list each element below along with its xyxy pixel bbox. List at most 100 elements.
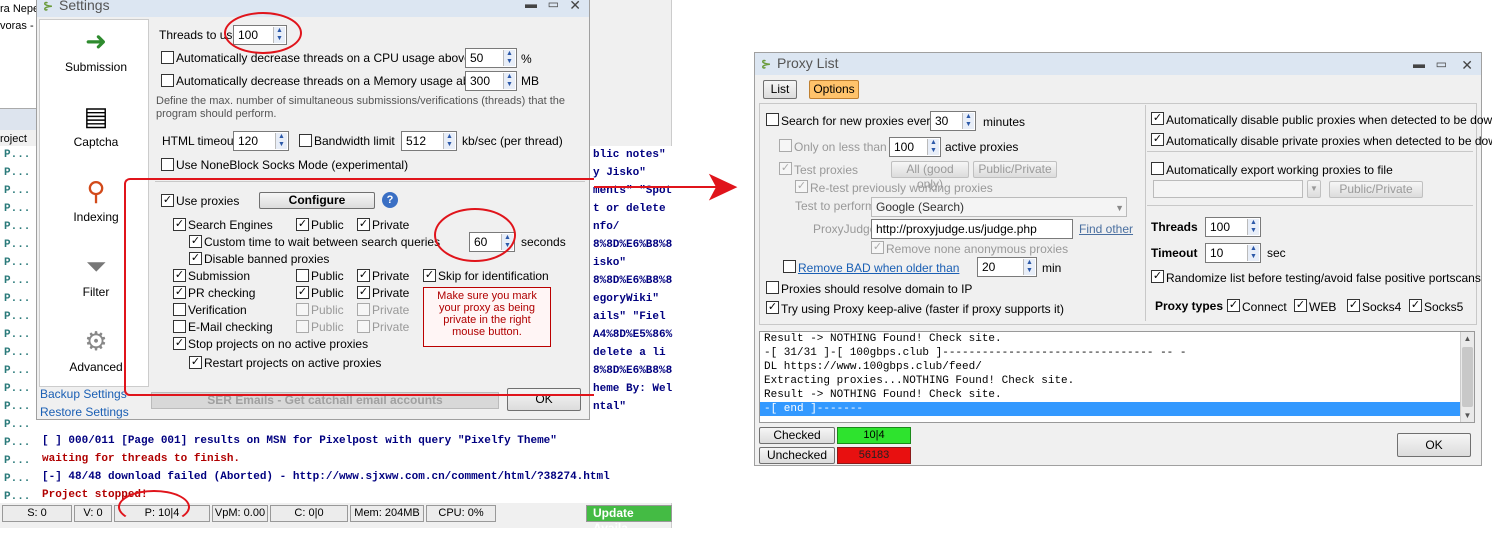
tab-list[interactable]: List — [763, 80, 797, 99]
type-connect-checkbox[interactable]: ✓ — [1227, 299, 1240, 312]
spinner-icon[interactable]: ▲ ▼ — [275, 133, 287, 149]
randomize-checkbox[interactable]: ✓ — [1151, 270, 1164, 283]
log-scrollbar[interactable]: ▲ ▼ — [1460, 332, 1474, 422]
auto-private-checkbox[interactable]: ✓ — [1151, 133, 1164, 146]
mem-input[interactable]: 300 ▲ ▼ — [465, 71, 517, 91]
type-web-checkbox[interactable]: ✓ — [1294, 299, 1307, 312]
project-row-prefix[interactable]: P... — [4, 488, 38, 506]
spinner-icon[interactable]: ▲ ▼ — [1023, 259, 1035, 275]
minimize-icon[interactable]: ▬ — [525, 0, 537, 11]
chevron-down-icon[interactable]: ▼ — [1307, 180, 1321, 198]
sidebar-item-captcha[interactable]: ▤ Captcha — [44, 101, 148, 149]
noneblock-label: Use NoneBlock Socks Mode (experimental) — [176, 158, 409, 172]
spinner-icon[interactable]: ▲ ▼ — [1247, 219, 1259, 235]
export-file-input[interactable] — [1153, 180, 1303, 198]
funnel-icon: ⏷ — [85, 251, 107, 281]
proxy-log[interactable]: Result -> NOTHING Found! Check site. -[ 3… — [759, 331, 1475, 423]
checked-label: Checked — [759, 427, 835, 444]
search-interval-input[interactable]: 30 ▲ ▼ — [930, 111, 976, 131]
spinner-icon[interactable]: ▲ ▼ — [503, 73, 515, 89]
test-proxies-checkbox[interactable]: ✓ — [779, 162, 792, 175]
project-row-prefix[interactable]: P... — [4, 326, 38, 344]
project-row-prefix[interactable]: P... — [4, 290, 38, 308]
project-column-header[interactable]: roject — [0, 133, 27, 145]
auto-mem-checkbox[interactable] — [161, 74, 174, 87]
sidebar-item-submission[interactable]: ➜ Submission — [44, 26, 148, 74]
proxy-log-line: Result -> NOTHING Found! Check site. — [764, 333, 1002, 345]
project-row-prefix[interactable]: P... — [4, 218, 38, 236]
threads-input[interactable]: 100 ▲ ▼ — [1205, 217, 1261, 237]
status-s: S: 0 — [2, 505, 72, 522]
log-line: y Jisko" — [593, 167, 646, 179]
scroll-up-icon[interactable]: ▲ — [1462, 334, 1473, 343]
keepalive-checkbox[interactable]: ✓ — [766, 301, 779, 314]
html-timeout-input[interactable]: 120 ▲ ▼ — [233, 131, 289, 151]
proxy-ok-button[interactable]: OK — [1397, 433, 1471, 457]
spinner-icon[interactable]: ▲ ▼ — [503, 50, 515, 66]
export-public-private-button[interactable]: Public/Private — [1329, 181, 1423, 198]
project-row-prefix[interactable]: P... — [4, 254, 38, 272]
update-available-button[interactable]: Update Availa — [586, 505, 672, 535]
remove-bad-input[interactable]: 20 ▲ ▼ — [977, 257, 1037, 277]
auto-export-checkbox[interactable] — [1151, 162, 1164, 175]
project-row-prefix[interactable]: P... — [4, 182, 38, 200]
spinner-icon[interactable]: ▲ ▼ — [927, 139, 939, 155]
spinner-icon[interactable]: ▲ ▼ — [1247, 245, 1259, 261]
project-row-prefix[interactable]: P... — [4, 362, 38, 380]
auto-cpu-checkbox[interactable] — [161, 51, 174, 64]
scroll-down-icon[interactable]: ▼ — [1462, 411, 1473, 420]
search-new-checkbox[interactable] — [766, 113, 779, 126]
remove-anon-checkbox[interactable]: ✓ — [871, 241, 884, 254]
noneblock-checkbox[interactable] — [161, 158, 174, 171]
log-line: t or delete — [593, 203, 666, 215]
backup-settings-link[interactable]: Backup Settings — [40, 387, 127, 401]
close-icon[interactable]: ✕ — [569, 0, 581, 14]
project-row-prefix[interactable]: P... — [4, 164, 38, 182]
proxy-log-line: Result -> NOTHING Found! Check site. — [764, 389, 1002, 401]
type-socks5-checkbox[interactable]: ✓ — [1409, 299, 1422, 312]
proxyjudge-input[interactable]: http://proxyjudge.us/judge.php — [871, 219, 1073, 239]
project-row-prefix[interactable]: P... — [4, 416, 38, 434]
retest-checkbox[interactable]: ✓ — [795, 180, 808, 193]
resolve-checkbox[interactable] — [766, 281, 779, 294]
project-row-prefix[interactable]: P... — [4, 398, 38, 416]
all-good-button[interactable]: All (good only) — [891, 161, 969, 191]
project-row-prefix[interactable]: P... — [4, 380, 38, 398]
test-select[interactable]: Google (Search) ▼ — [871, 197, 1127, 217]
close-icon[interactable]: ✕ — [1461, 57, 1473, 74]
project-row-prefix[interactable]: P... — [4, 308, 38, 326]
project-row-prefix[interactable]: P... — [4, 434, 38, 452]
bandwidth-checkbox[interactable] — [299, 134, 312, 147]
only-less-input[interactable]: 100 ▲ ▼ — [889, 137, 941, 157]
annotation-arrow-line — [594, 186, 724, 188]
project-row-prefix[interactable]: P... — [4, 470, 38, 488]
project-row-prefix[interactable]: P... — [4, 452, 38, 470]
public-private-button[interactable]: Public/Private — [973, 161, 1057, 178]
min-label: min — [1042, 261, 1062, 275]
remove-bad-checkbox[interactable] — [783, 260, 796, 273]
type-socks4-checkbox[interactable]: ✓ — [1347, 299, 1360, 312]
tab-options[interactable]: Options — [809, 80, 859, 99]
maximize-icon[interactable]: ▭ — [1436, 57, 1447, 71]
spinner-icon[interactable]: ▲ ▼ — [962, 113, 974, 129]
bandwidth-input[interactable]: 512 ▲ ▼ — [401, 131, 457, 151]
find-other-link[interactable]: Find other — [1079, 222, 1133, 236]
remove-bad-link[interactable]: Remove BAD when older than — [798, 261, 959, 275]
project-row-prefix[interactable]: P... — [4, 272, 38, 290]
spinner-icon[interactable]: ▲ ▼ — [443, 133, 455, 149]
project-row-prefix[interactable]: P... — [4, 200, 38, 218]
restore-settings-link[interactable]: Restore Settings — [40, 405, 129, 419]
auto-public-checkbox[interactable]: ✓ — [1151, 112, 1164, 125]
proxy-log-line: -[ end ]------- — [760, 402, 1462, 416]
top-strip: ra Nepe voras - — [0, 0, 40, 40]
maximize-icon[interactable]: ▭ — [548, 0, 559, 11]
scroll-thumb[interactable] — [1462, 347, 1473, 407]
only-less-checkbox[interactable] — [779, 139, 792, 152]
cpu-input[interactable]: 50 ▲ ▼ — [465, 48, 517, 68]
project-row-prefix[interactable]: P... — [4, 344, 38, 362]
timeout-input[interactable]: 10 ▲ ▼ — [1205, 243, 1261, 263]
project-row-prefix[interactable]: P... — [4, 236, 38, 254]
minimize-icon[interactable]: ▬ — [1413, 57, 1425, 71]
project-row-prefix[interactable]: P... — [4, 146, 38, 164]
chevron-down-icon[interactable]: ▼ — [1115, 199, 1124, 216]
